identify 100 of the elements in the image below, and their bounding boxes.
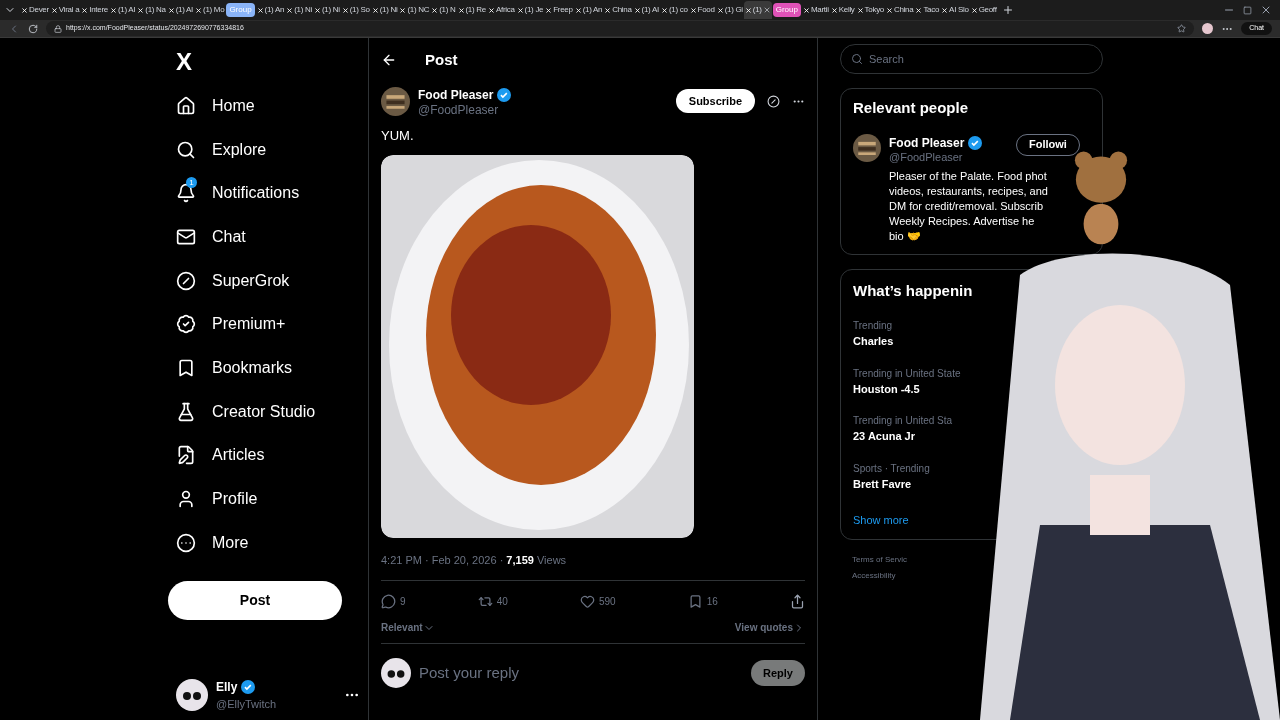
- trend-item[interactable]: Trending in United State Houston -4.5: [853, 365, 961, 397]
- verified-badge-icon: [176, 314, 196, 335]
- x-favicon-icon: [744, 6, 752, 14]
- nav-item[interactable]: Bookmarks: [168, 346, 368, 390]
- browser-tab[interactable]: (1) Ni: [285, 1, 313, 19]
- bookmark-icon: [176, 357, 196, 378]
- browser-tab[interactable]: Freep: [544, 1, 574, 19]
- like-action[interactable]: 590: [579, 593, 616, 609]
- browser-tab[interactable]: (1) Re: [456, 1, 487, 19]
- browser-tab[interactable]: (1) Gi: [715, 1, 744, 19]
- x-favicon-icon: [431, 6, 439, 14]
- browser-tab[interactable]: Martii: [801, 1, 830, 19]
- reply-button[interactable]: Reply: [751, 660, 805, 686]
- search-icon: [176, 139, 196, 160]
- view-quotes-link[interactable]: View quotes: [734, 620, 805, 635]
- browser-tab[interactable]: China: [603, 1, 633, 19]
- bio-text: DM for credit/removal. Subscrib: [889, 198, 1045, 214]
- show-more-link[interactable]: Show more: [853, 512, 909, 529]
- browser-tab[interactable]: Intere: [80, 1, 109, 19]
- browser-tab[interactable]: (1) NC: [398, 1, 431, 19]
- nav-item[interactable]: Explore: [168, 127, 368, 172]
- browser-tab[interactable]: Taco: [914, 1, 941, 19]
- browser-tab[interactable]: Viral a: [49, 1, 81, 19]
- reply-action[interactable]: 9: [381, 593, 406, 609]
- photo-placeholder[interactable]: [381, 154, 694, 538]
- browser-tab[interactable]: Africa: [486, 1, 516, 19]
- favorite-icon[interactable]: [1177, 24, 1187, 33]
- browser-tab[interactable]: (1) So: [340, 1, 371, 19]
- nav-item[interactable]: Chat: [168, 215, 368, 259]
- browser-tab[interactable]: AI Slo: [940, 1, 970, 19]
- nav-item[interactable]: 1 Notifications: [168, 171, 368, 216]
- x-favicon-icon: [286, 6, 294, 14]
- speech-bubble-icon: [381, 593, 396, 609]
- subscribe-button[interactable]: Subscribe: [675, 89, 755, 113]
- footer-link[interactable]: Terms of Servic: [852, 553, 908, 566]
- x-favicon-icon: [574, 6, 582, 14]
- browser-tab[interactable]: (1) Ni: [370, 1, 399, 19]
- new-tab-icon[interactable]: [1001, 4, 1014, 16]
- repost-action[interactable]: 40: [477, 593, 508, 609]
- nav-item[interactable]: SuperGrok: [168, 258, 368, 303]
- maximize-icon[interactable]: [1243, 5, 1252, 15]
- browser-tab[interactable]: Dever: [20, 1, 50, 19]
- search-field[interactable]: Search: [840, 44, 1103, 74]
- person-icon: [176, 489, 196, 510]
- close-window-icon[interactable]: [1260, 4, 1272, 16]
- trend-item[interactable]: Trending in United Sta 23 Acuna Jr: [853, 413, 953, 445]
- close-tab-icon[interactable]: [762, 6, 771, 14]
- reply-field[interactable]: Post your reply: [419, 661, 744, 685]
- person-handle: @FoodPleaser: [889, 151, 964, 163]
- user-avatar: [381, 658, 411, 688]
- trend-item[interactable]: Sports · Trending Brett Favre: [853, 460, 930, 492]
- browser-tab[interactable]: (1): [743, 1, 772, 19]
- person-name[interactable]: Food Pleaser: [889, 133, 965, 152]
- card-title: What’s happenin: [853, 280, 974, 301]
- share-icon[interactable]: [790, 593, 805, 609]
- browser-tab[interactable]: (1) An: [573, 1, 604, 19]
- browser-tab[interactable]: (1) AI: [108, 1, 137, 19]
- nav-item[interactable]: Home: [168, 84, 368, 128]
- search-icon: [851, 53, 863, 65]
- reload-icon[interactable]: [28, 23, 38, 34]
- browser-tab[interactable]: Kelly: [829, 1, 856, 19]
- footer-link[interactable]: Accessibility: [852, 569, 896, 582]
- back-arrow-icon[interactable]: [381, 52, 397, 68]
- nav-item[interactable]: More: [168, 520, 368, 565]
- browser-tab[interactable]: (1) N: [430, 1, 457, 19]
- x-favicon-icon: [941, 6, 949, 14]
- x-favicon-icon: [802, 6, 810, 14]
- browser-tab[interactable]: Geoff: [969, 1, 998, 19]
- author-name[interactable]: Food Pleaser: [418, 86, 494, 104]
- x-favicon-icon: [970, 6, 978, 14]
- browser-tab[interactable]: (1) Mo: [194, 1, 226, 19]
- card-title: Relevant people: [853, 98, 970, 118]
- browser-tab[interactable]: (1) co: [659, 1, 689, 19]
- x-favicon-icon: [633, 6, 641, 14]
- nav-item[interactable]: Profile: [168, 477, 368, 521]
- x-favicon-icon: [604, 6, 612, 14]
- sort-dropdown[interactable]: Relevant: [381, 620, 435, 635]
- browser-tab[interactable]: (1) AI: [166, 1, 195, 19]
- x-favicon-icon: [915, 6, 923, 14]
- x-logo[interactable]: X: [176, 50, 200, 74]
- browser-tab[interactable]: China: [885, 1, 915, 19]
- browser-tab[interactable]: (1) AI: [632, 1, 660, 19]
- browser-tab[interactable]: (1) An: [255, 1, 286, 19]
- nav-item[interactable]: Articles: [168, 433, 368, 478]
- bookmark-action[interactable]: 16: [687, 593, 718, 609]
- browser-tab[interactable]: (1) Ni: [312, 1, 341, 19]
- nav-item[interactable]: Premium+: [168, 302, 368, 347]
- x-favicon-icon: [195, 6, 203, 14]
- browser-tab[interactable]: Tokyo: [855, 1, 885, 19]
- post-button[interactable]: Post: [168, 580, 342, 620]
- account-name: Elly: [216, 678, 238, 696]
- browser-tab[interactable]: (1) Na: [136, 1, 167, 19]
- x-favicon-icon: [81, 6, 89, 14]
- nav-item[interactable]: Creator Studio: [168, 389, 368, 434]
- profile-avatar-icon[interactable]: [1202, 23, 1214, 34]
- heart-icon: [579, 593, 595, 609]
- browser-tab[interactable]: Food: [688, 1, 716, 19]
- page-title: Post: [425, 49, 458, 70]
- browser-tab[interactable]: (1) Je: [515, 1, 545, 19]
- trend-item[interactable]: Trending Charles: [853, 318, 894, 350]
